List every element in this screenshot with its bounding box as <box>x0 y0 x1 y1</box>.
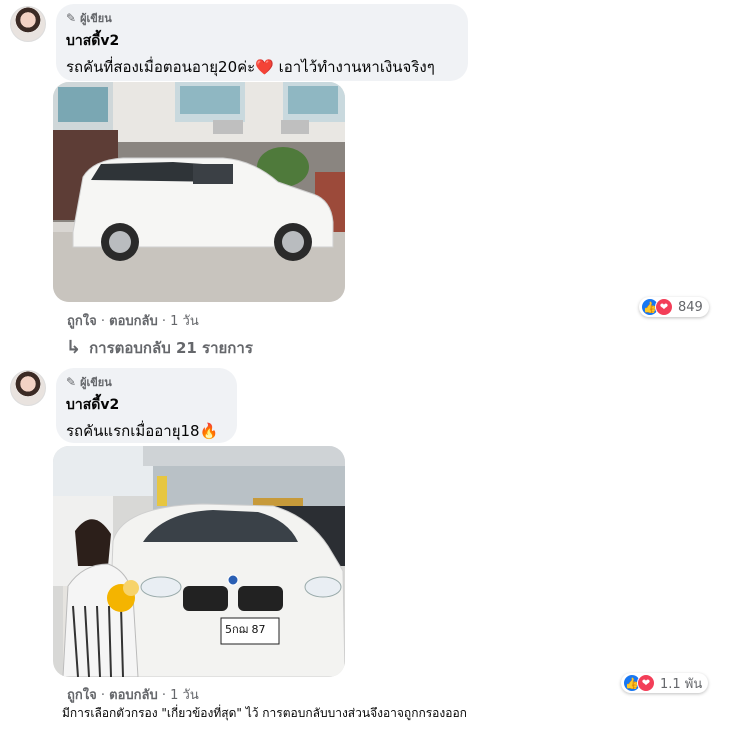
comment-bubble: ✎ ผู้เขียน บาสดี้v2 รถคันแรกเมื่ออายุ18🔥 <box>56 368 237 443</box>
reply-arrow-icon: ↳ <box>66 337 82 358</box>
author-badge: ✎ ผู้เขียน <box>66 374 225 390</box>
pencil-icon: ✎ <box>66 375 77 389</box>
white-bmw-photo: 5กฌ 87 <box>53 446 345 677</box>
author-badge-label: ผู้เขียน <box>80 376 112 389</box>
love-reaction-icon: ❤ <box>655 298 673 316</box>
comment-actions: ถูกใจ · ตอบกลับ · 1 วัน <box>67 688 199 703</box>
avatar[interactable] <box>10 370 46 406</box>
comment-text: รถคันแรกเมื่ออายุ18🔥 <box>66 422 219 440</box>
comment-bubble: ✎ ผู้เขียน บาสดี้v2 รถคันที่สองเมื่อตอนอ… <box>56 4 468 81</box>
like-link[interactable]: ถูกใจ <box>67 688 97 703</box>
view-replies-link[interactable]: ↳ การตอบกลับ 21 รายการ <box>66 336 253 360</box>
filter-notice: มีการเลือกตัวกรอง "เกี่ยวข้องที่สุด" ไว้… <box>62 706 467 720</box>
comment-photo[interactable] <box>53 82 345 302</box>
comment-text: รถคันที่สองเมื่อตอนอายุ20ค่ะ❤️ เอาไว้ทำง… <box>66 58 435 76</box>
license-plate: 5กฌ 87 <box>225 623 266 636</box>
reaction-count: 1.1 พัน <box>660 676 703 692</box>
author-badge: ✎ ผู้เขียน <box>66 10 456 26</box>
reaction-summary[interactable]: 👍 ❤ 849 <box>639 297 709 317</box>
love-reaction-icon: ❤ <box>637 674 655 692</box>
like-link[interactable]: ถูกใจ <box>67 314 97 329</box>
author-badge-label: ผู้เขียน <box>80 12 112 25</box>
comment-photo[interactable]: 5กฌ 87 <box>53 446 345 677</box>
reaction-summary[interactable]: 👍 ❤ 1.1 พัน <box>621 673 709 693</box>
commenter-name[interactable]: บาสดี้v2 <box>66 30 456 52</box>
replies-label: การตอบกลับ 21 รายการ <box>89 339 253 357</box>
comment-time[interactable]: 1 วัน <box>170 314 199 329</box>
commenter-name[interactable]: บาสดี้v2 <box>66 394 225 416</box>
reply-link[interactable]: ตอบกลับ <box>109 314 158 329</box>
comment-time[interactable]: 1 วัน <box>170 688 199 703</box>
avatar[interactable] <box>10 6 46 42</box>
reply-link[interactable]: ตอบกลับ <box>109 688 158 703</box>
white-van-photo <box>53 82 345 302</box>
pencil-icon: ✎ <box>66 11 77 25</box>
comment-actions: ถูกใจ · ตอบกลับ · 1 วัน <box>67 314 199 329</box>
reaction-count: 849 <box>678 299 703 315</box>
